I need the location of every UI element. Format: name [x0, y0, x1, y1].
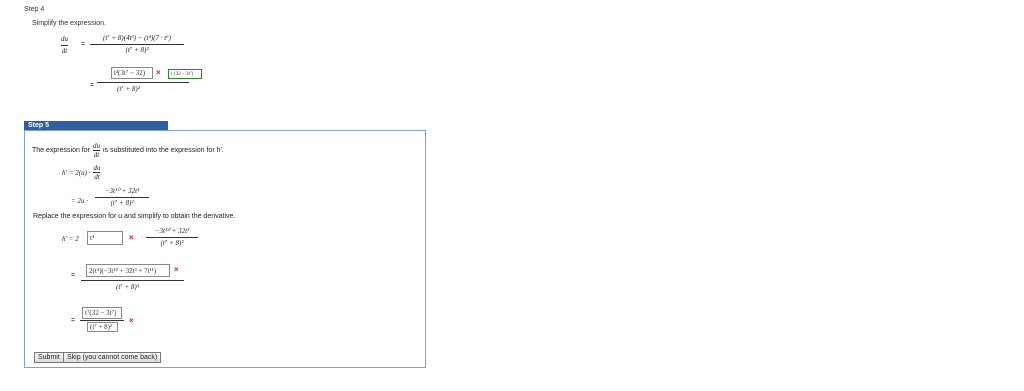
numerator-answer-input[interactable]: t³(3t⁷ − 32): [111, 67, 153, 79]
bottom-edge-fragment: [0, 386, 160, 391]
lhs-denominator: dt: [61, 47, 68, 55]
substituted-lhs: = 2u ·: [71, 197, 88, 205]
h2-numerator: −3t¹⁰ + 32t³: [154, 227, 190, 235]
step4-lhs-fraction: du dt: [61, 35, 68, 56]
final-numerator-input[interactable]: t⁷(32 − 3t⁷): [82, 307, 122, 319]
wrong-mark-icon: ×: [156, 68, 161, 77]
numerator-answer-input-2[interactable]: t·(32 − 3t⁷): [168, 69, 202, 79]
line2-denominator: (t⁷ + 8)²: [117, 85, 140, 93]
replace-instruction: Replace the expression for u and simplif…: [33, 213, 236, 220]
h-frac-num: du: [93, 164, 101, 172]
h2-denominator: (t⁷ + 8)²: [160, 239, 184, 247]
h2-fraction: −3t¹⁰ + 32t³ (t⁷ + 8)²: [146, 227, 198, 248]
step5-panel: The expression for du dt is substituted …: [24, 130, 426, 368]
lhs-numerator: du: [61, 35, 68, 43]
inline-fraction: du dt: [92, 142, 100, 159]
step4-heading: Step 4: [24, 6, 45, 13]
fraction-bar: [61, 45, 68, 46]
expanded-denominator: (t⁷ + 8)³: [116, 283, 139, 291]
skip-button[interactable]: Skip (you cannot come back): [63, 352, 162, 363]
submit-button[interactable]: Submit: [34, 352, 64, 363]
line1-numerator: (t⁷ + 8)(4t³) − (t⁴)(7 · t⁶): [102, 34, 172, 42]
h-prime-line: h′ = 2(u) · du dt: [62, 164, 101, 181]
equals-sign: =: [71, 317, 76, 324]
step4-instruction: Simplify the expression.: [32, 20, 106, 27]
h-fraction: du dt: [93, 164, 101, 181]
substituted-fraction: −3t¹⁰ + 32t³ (t⁷ + 8)²: [95, 187, 149, 208]
step4-line1-fraction: (t⁷ + 8)(4t³) − (t⁴)(7 · t⁶) (t⁷ + 8)²: [90, 34, 184, 55]
fraction-bar: [80, 320, 124, 321]
wrong-mark-icon: ×: [129, 316, 134, 325]
h2-lhs: h′ = 2: [62, 235, 79, 243]
fraction-bar: [146, 237, 198, 238]
fraction-bar: [90, 44, 184, 45]
equals-sign: =: [71, 272, 76, 279]
final-denominator-input[interactable]: (t⁷ + 8)²: [87, 322, 118, 332]
sentence-part-a: The expression for: [32, 147, 90, 154]
h-frac-den: dt: [94, 173, 100, 181]
fraction-bar: [95, 197, 149, 198]
step5-sentence: The expression for du dt is substituted …: [32, 142, 224, 159]
expanded-numerator-input[interactable]: 2(t⁴)(−3t¹⁰ + 32t³ + 7t¹¹): [86, 264, 170, 277]
fraction-bar: [81, 280, 184, 281]
wrong-mark-icon: ×: [129, 233, 134, 242]
multiply-dot: ·: [141, 234, 144, 241]
u-answer-input[interactable]: t⁴: [87, 231, 123, 245]
sub-numerator: −3t¹⁰ + 32t³: [104, 187, 140, 195]
inline-frac-den: dt: [93, 151, 100, 159]
h-prime-lhs: h′ = 2(u) ·: [62, 168, 91, 177]
equals-sign: =: [90, 82, 95, 89]
step4-line2-fraction: t³(3t⁷ − 32) × t·(32 − 3t⁷) (t⁷ + 8)²: [97, 66, 202, 98]
fraction-bar: [97, 82, 189, 83]
step5-tab: Step 5: [24, 121, 168, 130]
equals-sign: =: [81, 41, 86, 48]
line1-denominator: (t⁷ + 8)²: [125, 46, 149, 54]
inline-frac-num: du: [92, 142, 100, 150]
sentence-part-b: is substituted into the expression for h…: [102, 147, 224, 154]
wrong-mark-icon: ×: [174, 265, 179, 274]
sub-denominator: (t⁷ + 8)²: [110, 199, 134, 207]
